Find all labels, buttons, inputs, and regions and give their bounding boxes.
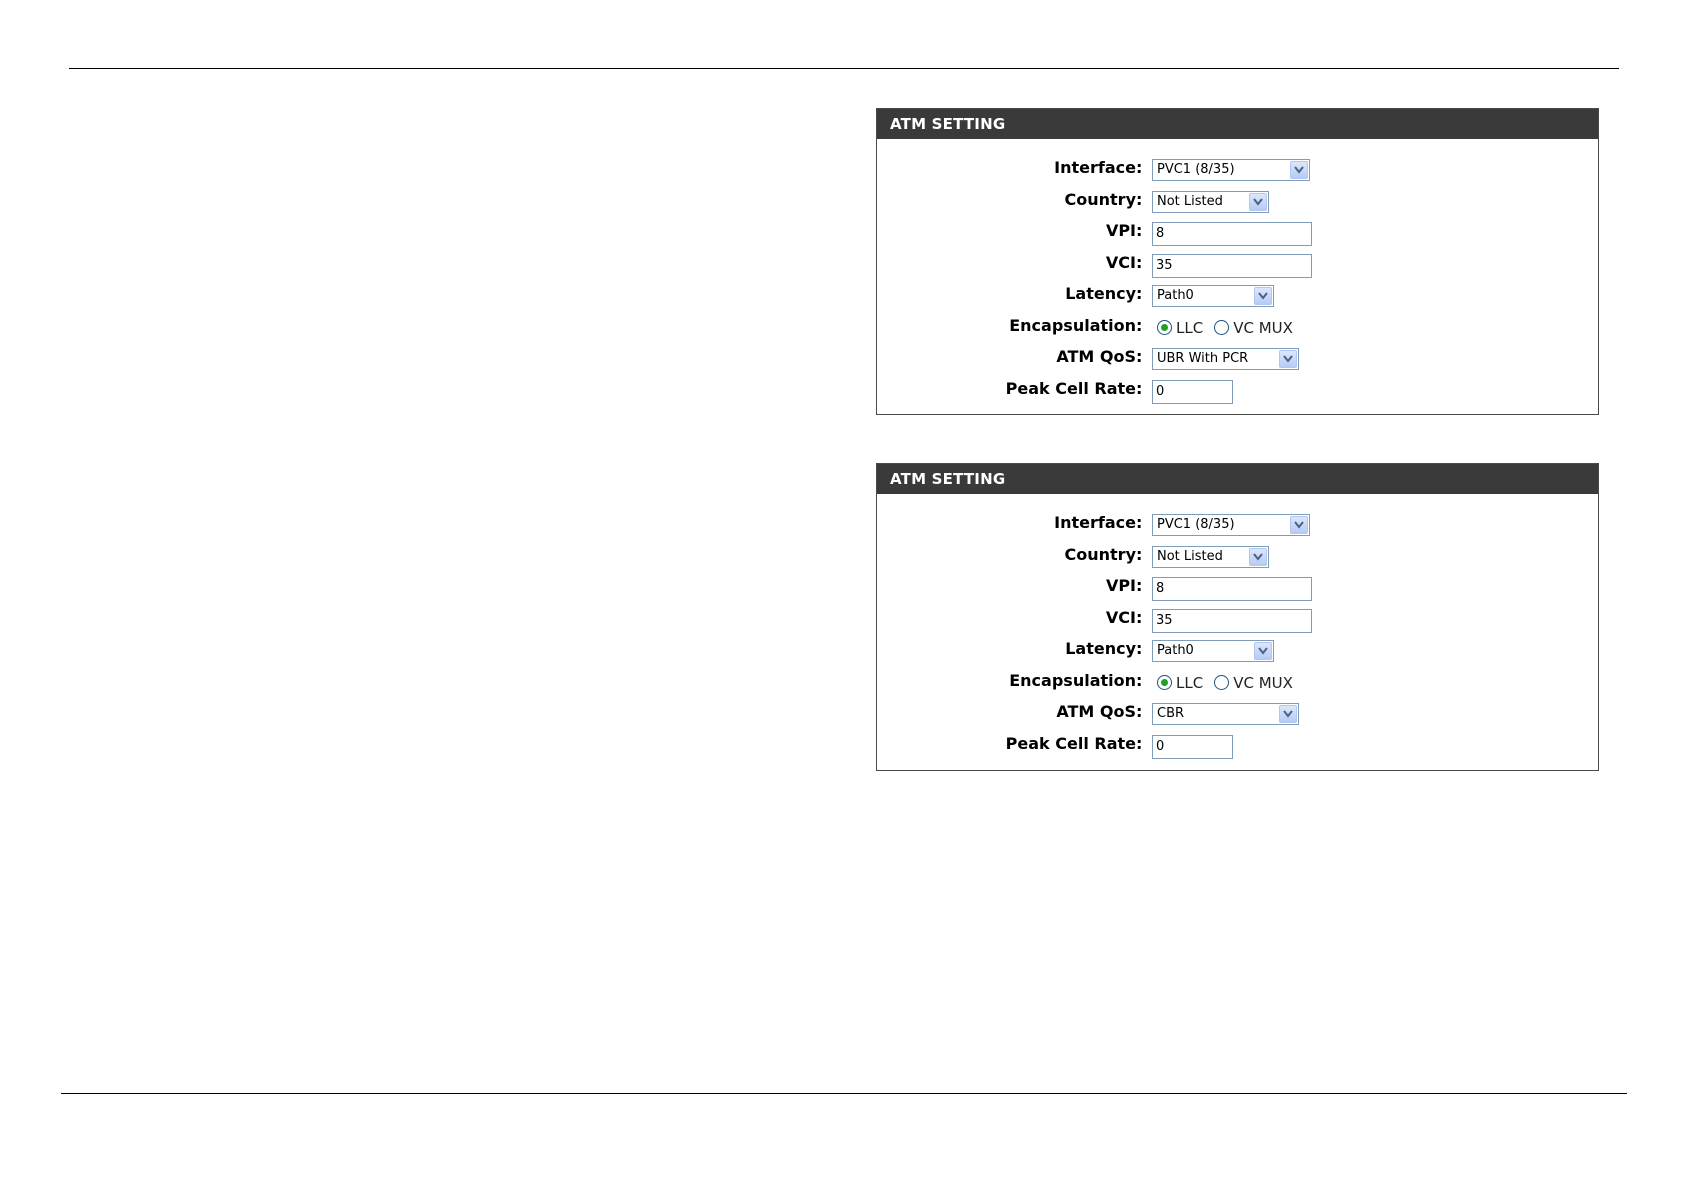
vci-label: VCI (1105, 252, 1136, 272)
colon: : (1136, 576, 1143, 595)
vpi-label: VPI (1105, 221, 1136, 240)
encapsulation-radio-group: LLC VC MUX (1152, 319, 1299, 337)
latency-select[interactable]: Path0 (1152, 640, 1274, 662)
atm-qos-select-value: CBR (1157, 706, 1185, 721)
encapsulation-row: Encapsulation : LLC VC MUX (877, 670, 1598, 702)
panel-title: ATM SETTING (877, 464, 1598, 494)
encap-llc-label[interactable]: LLC (1176, 674, 1203, 692)
latency-row: Latency : Path0 (877, 283, 1598, 315)
atm-qos-select-value: UBR With PCR (1157, 351, 1249, 366)
latency-select-value: Path0 (1157, 288, 1194, 303)
country-select[interactable]: Not Listed (1152, 545, 1269, 568)
atm-setting-panel-1: ATM SETTING Interface : PVC1 (8/35) Coun… (876, 108, 1599, 415)
peak-cell-rate-input[interactable]: 0 (1152, 734, 1233, 759)
country-row: Country : Not Listed (877, 544, 1598, 576)
colon: : (1136, 252, 1143, 272)
chevron-down-icon (1254, 642, 1272, 660)
colon: : (1136, 189, 1143, 209)
colon: : (1136, 158, 1143, 177)
chevron-down-icon (1290, 161, 1308, 179)
vpi-row: VPI : 8 (877, 575, 1598, 607)
bottom-divider (61, 1093, 1627, 1094)
encap-llc-radio[interactable] (1157, 320, 1172, 335)
interface-label: Interface (1054, 158, 1136, 177)
colon: : (1136, 670, 1143, 690)
latency-row: Latency : Path0 (877, 638, 1598, 670)
colon: : (1136, 347, 1143, 366)
atm-qos-row: ATM QoS : CBR (877, 701, 1598, 733)
chevron-down-icon (1254, 287, 1272, 305)
country-select[interactable]: Not Listed (1152, 190, 1269, 213)
encap-vcmux-label[interactable]: VC MUX (1233, 319, 1293, 337)
colon: : (1136, 544, 1143, 564)
country-select-value: Not Listed (1157, 193, 1223, 209)
atm-qos-row: ATM QoS : UBR With PCR (877, 346, 1598, 378)
latency-label: Latency (1065, 284, 1136, 303)
interface-row: Interface : PVC1 (8/35) (877, 157, 1598, 189)
vpi-input[interactable]: 8 (1152, 577, 1312, 601)
country-select-value: Not Listed (1157, 548, 1223, 564)
vci-input[interactable]: 35 (1152, 608, 1312, 633)
colon: : (1136, 513, 1143, 532)
latency-select-value: Path0 (1157, 643, 1194, 658)
encapsulation-label: Encapsulation (1009, 670, 1136, 690)
vpi-input[interactable]: 8 (1152, 222, 1312, 246)
encap-vcmux-radio[interactable] (1214, 675, 1230, 690)
vci-input[interactable]: 35 (1152, 253, 1312, 278)
colon: : (1136, 221, 1143, 240)
atm-qos-select[interactable]: UBR With PCR (1152, 348, 1299, 370)
chevron-down-icon (1279, 705, 1297, 723)
interface-select-value: PVC1 (8/35) (1157, 517, 1235, 532)
vci-row: VCI : 35 (877, 252, 1598, 284)
top-divider (69, 68, 1619, 69)
interface-select-value: PVC1 (8/35) (1157, 162, 1235, 177)
colon: : (1136, 315, 1143, 335)
encap-llc-radio[interactable] (1157, 675, 1172, 690)
chevron-down-icon (1290, 516, 1308, 534)
atm-qos-label: ATM QoS (1056, 347, 1136, 366)
atm-qos-label: ATM QoS (1056, 702, 1136, 721)
peak-cell-rate-label: Peak Cell Rate (1005, 378, 1136, 398)
colon: : (1136, 284, 1143, 303)
peak-cell-rate-row: Peak Cell Rate : 0 (877, 378, 1598, 410)
chevron-down-icon (1279, 350, 1297, 368)
colon: : (1136, 378, 1143, 398)
interface-select[interactable]: PVC1 (8/35) (1152, 159, 1310, 181)
encap-llc-label[interactable]: LLC (1176, 319, 1203, 337)
latency-label: Latency (1065, 639, 1136, 658)
vpi-row: VPI : 8 (877, 220, 1598, 252)
chevron-down-icon (1249, 547, 1267, 566)
colon: : (1136, 733, 1143, 753)
vci-row: VCI : 35 (877, 607, 1598, 639)
peak-cell-rate-label: Peak Cell Rate (1005, 733, 1136, 753)
encap-vcmux-radio[interactable] (1214, 320, 1230, 335)
interface-label: Interface (1054, 513, 1136, 532)
colon: : (1136, 702, 1143, 721)
latency-select[interactable]: Path0 (1152, 285, 1274, 307)
interface-row: Interface : PVC1 (8/35) (877, 512, 1598, 544)
vpi-label: VPI (1105, 576, 1136, 595)
panel-title: ATM SETTING (877, 109, 1598, 139)
country-label: Country (1064, 544, 1136, 564)
peak-cell-rate-row: Peak Cell Rate : 0 (877, 733, 1598, 765)
atm-setting-panel-2: ATM SETTING Interface : PVC1 (8/35) Coun… (876, 463, 1599, 771)
country-label: Country (1064, 189, 1136, 209)
encap-vcmux-label[interactable]: VC MUX (1233, 674, 1293, 692)
atm-qos-select[interactable]: CBR (1152, 703, 1299, 725)
peak-cell-rate-input[interactable]: 0 (1152, 379, 1233, 404)
encapsulation-radio-group: LLC VC MUX (1152, 674, 1299, 692)
chevron-down-icon (1249, 192, 1267, 211)
encapsulation-row: Encapsulation : LLC VC MUX (877, 315, 1598, 347)
encapsulation-label: Encapsulation (1009, 315, 1136, 335)
interface-select[interactable]: PVC1 (8/35) (1152, 514, 1310, 536)
country-row: Country : Not Listed (877, 189, 1598, 221)
colon: : (1136, 639, 1143, 658)
colon: : (1136, 607, 1143, 627)
vci-label: VCI (1105, 607, 1136, 627)
